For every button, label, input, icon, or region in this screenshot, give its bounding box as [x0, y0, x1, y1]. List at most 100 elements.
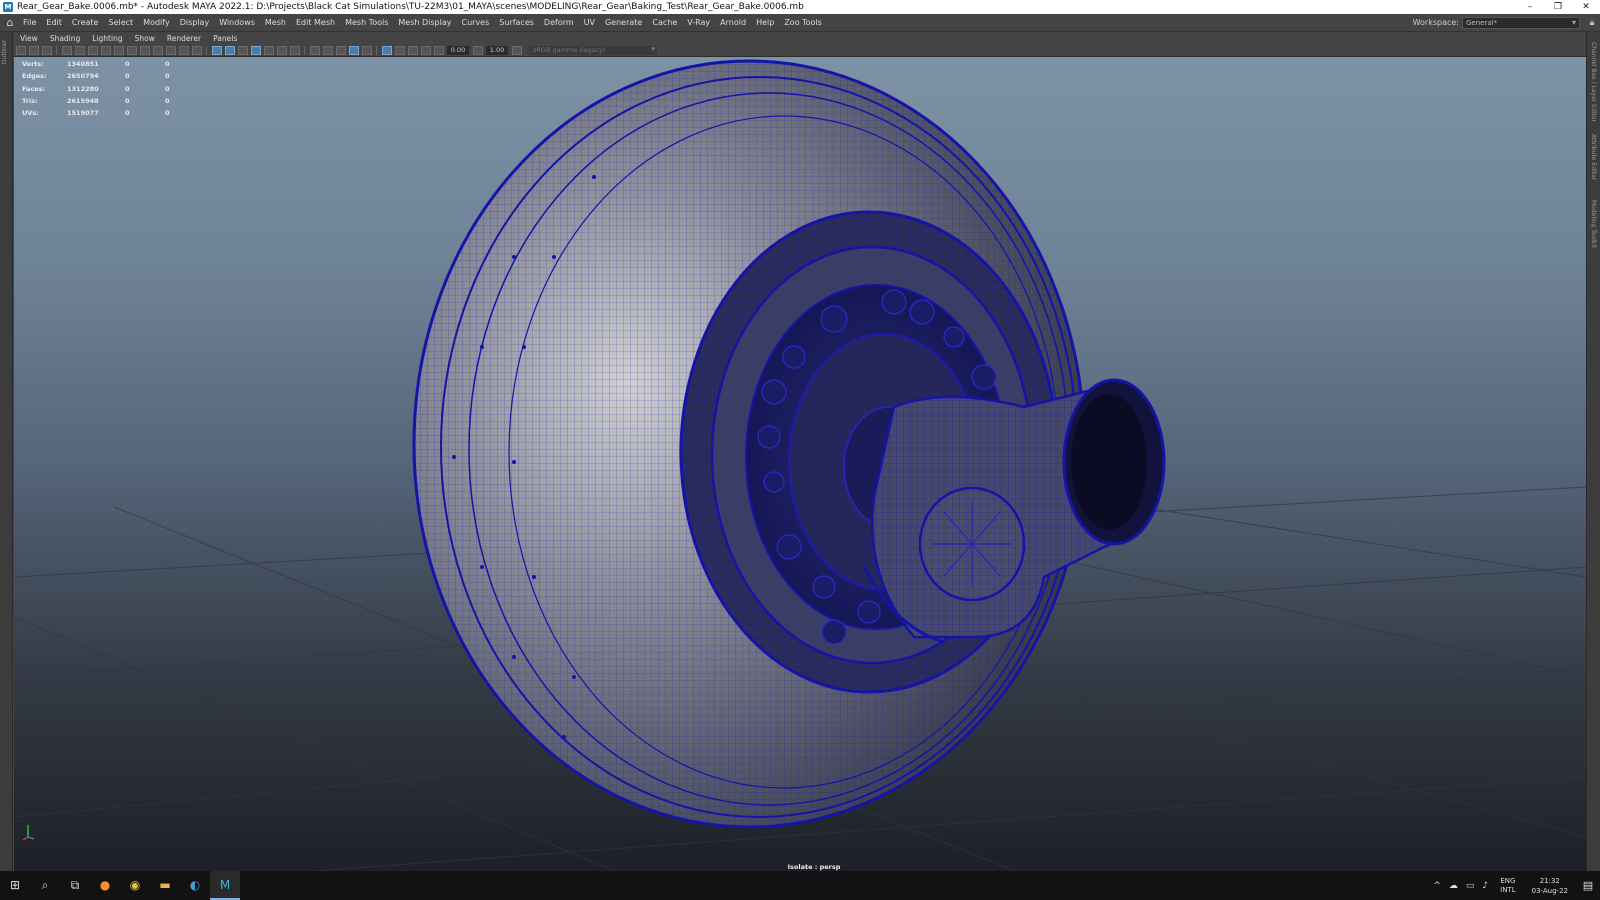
gamma-field[interactable]: 1.00 [486, 45, 508, 55]
restore-button[interactable]: ❐ [1544, 0, 1572, 14]
menu-zoo-tools[interactable]: Zoo Tools [779, 18, 827, 27]
onedrive-icon[interactable]: ☁ [1449, 881, 1458, 891]
tray-chevron-icon[interactable]: ^ [1433, 881, 1441, 891]
shadows-icon[interactable] [289, 45, 300, 55]
lock-camera-icon[interactable] [28, 45, 39, 55]
hud-v1: 1519077 [67, 109, 99, 118]
panel-menu-panels[interactable]: Panels [207, 34, 243, 43]
network-icon[interactable]: ▭ [1466, 881, 1475, 891]
safe-title-icon[interactable] [191, 45, 202, 55]
hud-label: Faces: [22, 84, 46, 93]
language-indicator[interactable]: ENG INTL [1500, 877, 1515, 895]
home-icon[interactable]: ⌂ [2, 15, 18, 31]
xray-active-icon[interactable] [394, 45, 405, 55]
perspective-viewport[interactable]: Verts: 1340851 0 0 Edges: 2650794 0 0 Faces: 1312… [14, 57, 1586, 871]
motion-blur-icon[interactable] [322, 45, 333, 55]
wireframe-on-shaded-icon[interactable] [250, 45, 261, 55]
resolution-gate-icon[interactable] [139, 45, 150, 55]
backface-culling-icon[interactable] [407, 45, 418, 55]
camera-attributes-icon[interactable] [41, 45, 52, 55]
menu-mesh-tools[interactable]: Mesh Tools [340, 18, 393, 27]
exposure-field[interactable]: 0.00 [447, 45, 469, 55]
menu-generate[interactable]: Generate [600, 18, 647, 27]
outliner-strip[interactable]: Outliner [0, 32, 13, 871]
textured-icon[interactable] [263, 45, 274, 55]
windows-start-icon[interactable]: ⊞ [0, 871, 30, 900]
panel-menu-view[interactable]: View [14, 34, 44, 43]
grease-pencil-icon[interactable] [100, 45, 111, 55]
hud-v1: 2650794 [67, 72, 99, 81]
wireframe-icon[interactable] [211, 45, 222, 55]
lock-icon[interactable]: 🔒︎ [1584, 18, 1600, 28]
menu-modify[interactable]: Modify [138, 18, 175, 27]
hud-row: Verts: 1340851 0 0 [22, 58, 185, 70]
menu-edit[interactable]: Edit [41, 18, 67, 27]
menu-edit-mesh[interactable]: Edit Mesh [291, 18, 340, 27]
panel-menu-renderer[interactable]: Renderer [161, 34, 207, 43]
notification-icon[interactable]: ▤ [1576, 879, 1600, 892]
windows-taskbar: ⊞ ⌕ ⧉ ● ◉ ▬ ◐ M ^ ☁ ▭ ♪ ENG INTL 21:32 0… [0, 871, 1600, 900]
grid-icon[interactable] [113, 45, 124, 55]
menu-arnold[interactable]: Arnold [715, 18, 751, 27]
panel-menu-show[interactable]: Show [129, 34, 161, 43]
maya-icon[interactable]: M [210, 871, 240, 900]
menu-v-ray[interactable]: V-Ray [682, 18, 715, 27]
ambient-occlusion-icon[interactable] [309, 45, 320, 55]
channel-box-tab[interactable]: Channel Box / Layer Editor [1590, 42, 1597, 122]
edge-icon[interactable]: ◐ [180, 871, 210, 900]
menu-display[interactable]: Display [175, 18, 215, 27]
field-chart-icon[interactable] [165, 45, 176, 55]
menu-curves[interactable]: Curves [456, 18, 494, 27]
xray-icon[interactable] [361, 45, 372, 55]
lang-top: ENG [1500, 876, 1516, 885]
menu-uv[interactable]: UV [579, 18, 600, 27]
workspace-select[interactable]: General* [1462, 16, 1580, 29]
film-gate-icon[interactable] [126, 45, 137, 55]
search-icon[interactable]: ⌕ [30, 871, 60, 900]
menu-select[interactable]: Select [103, 18, 138, 27]
outliner-tab-label[interactable]: Outliner [1, 40, 8, 64]
taskbar-clock[interactable]: 21:32 03-Aug-22 [1532, 876, 1568, 896]
close-button[interactable]: ✕ [1572, 0, 1600, 14]
hud-v2: 0 [125, 84, 130, 93]
attribute-editor-tab[interactable]: Attribute Editor [1590, 134, 1597, 180]
panel-menu-lighting[interactable]: Lighting [86, 34, 128, 43]
task-view-icon[interactable]: ⧉ [60, 871, 90, 900]
xray-joints-icon[interactable] [381, 45, 392, 55]
isolate-select-icon[interactable] [348, 45, 359, 55]
menu-mesh-display[interactable]: Mesh Display [393, 18, 456, 27]
anti-aliasing-icon[interactable] [335, 45, 346, 55]
menu-deform[interactable]: Deform [539, 18, 579, 27]
image-plane-icon[interactable] [74, 45, 85, 55]
use-all-lights-icon[interactable] [276, 45, 287, 55]
menu-cache[interactable]: Cache [647, 18, 682, 27]
default-material-icon[interactable] [237, 45, 248, 55]
minimize-button[interactable]: – [1516, 0, 1544, 14]
camera-exposure-icon[interactable] [420, 45, 431, 55]
modeling-toolkit-tab[interactable]: Modeling Toolkit [1590, 200, 1597, 248]
hud-v2: 0 [125, 109, 130, 118]
menu-create[interactable]: Create [67, 18, 104, 27]
maya-app-icon: M [3, 2, 13, 12]
gamma-icon[interactable] [472, 45, 483, 55]
file-explorer-icon[interactable]: ▬ [150, 871, 180, 900]
2d-pan-zoom-icon[interactable] [87, 45, 98, 55]
volume-icon[interactable]: ♪ [1482, 881, 1488, 891]
gamma-settings-icon[interactable] [433, 45, 444, 55]
hud-label: Tris: [22, 97, 38, 106]
bookmarks-icon[interactable] [61, 45, 72, 55]
menu-windows[interactable]: Windows [214, 18, 260, 27]
select-camera-icon[interactable] [15, 45, 26, 55]
menu-mesh[interactable]: Mesh [260, 18, 291, 27]
safe-action-icon[interactable] [178, 45, 189, 55]
color-management-icon[interactable] [511, 45, 522, 55]
menu-surfaces[interactable]: Surfaces [494, 18, 539, 27]
firefox-icon[interactable]: ● [90, 871, 120, 900]
view-transform-select[interactable]: sRGB gamma (legacy) [529, 45, 657, 55]
smooth-shade-icon[interactable] [224, 45, 235, 55]
gate-mask-icon[interactable] [152, 45, 163, 55]
panel-menu-shading[interactable]: Shading [44, 34, 86, 43]
menu-file[interactable]: File [18, 18, 41, 27]
chrome-icon[interactable]: ◉ [120, 871, 150, 900]
menu-help[interactable]: Help [751, 18, 779, 27]
